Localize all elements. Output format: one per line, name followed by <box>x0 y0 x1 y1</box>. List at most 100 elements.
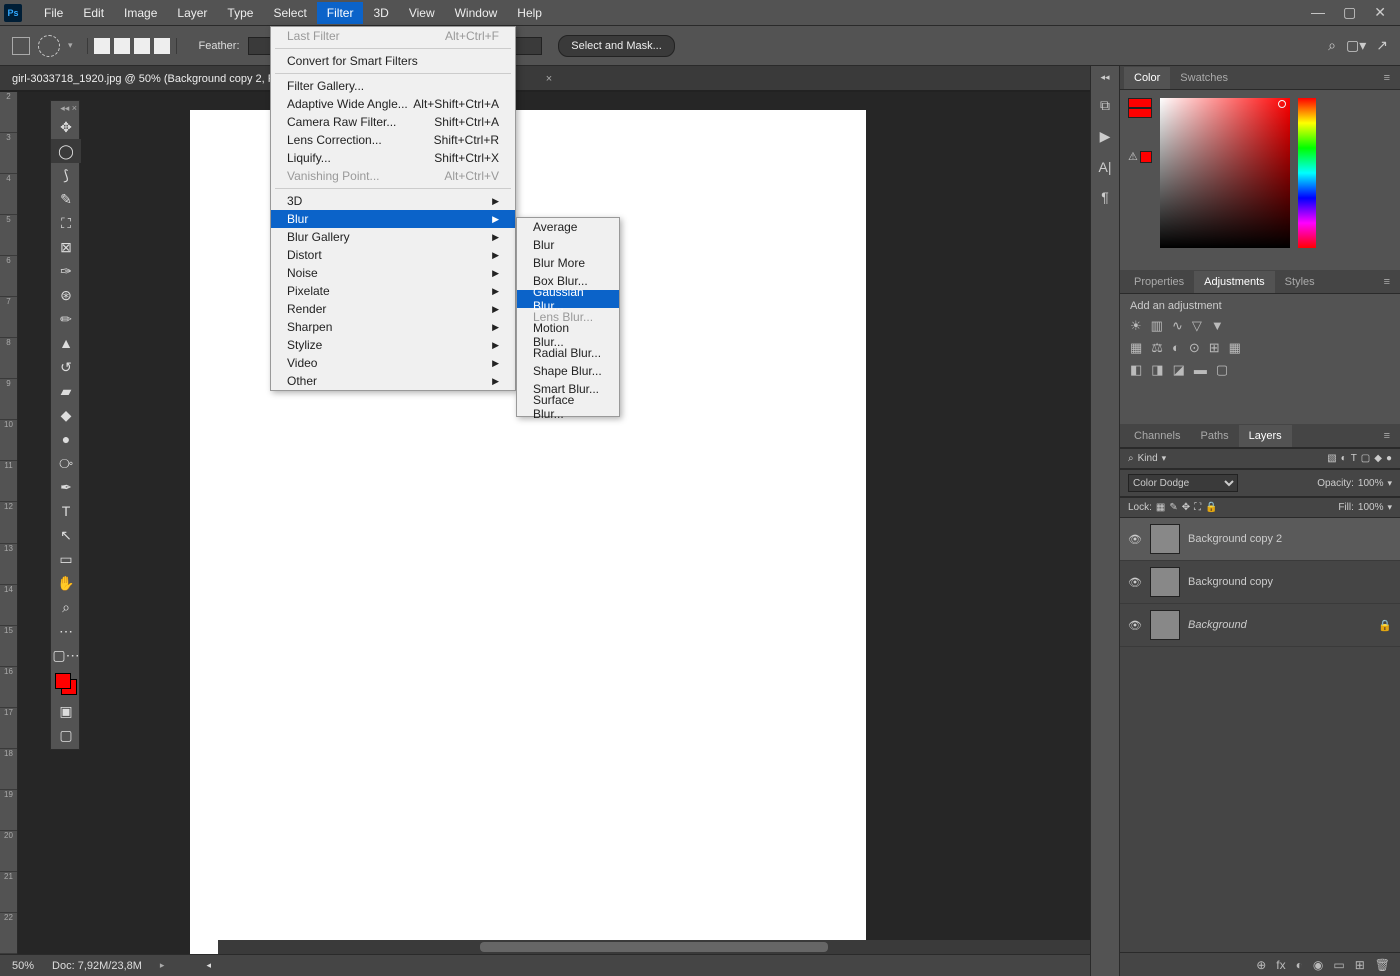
tab-layers[interactable]: Layers <box>1239 425 1292 447</box>
opacity-value[interactable]: 100% <box>1358 478 1384 489</box>
filter-item-distort[interactable]: Distort▶ <box>271 246 515 264</box>
panel-grip[interactable]: ◂◂ × <box>51 103 79 115</box>
marquee-tool[interactable]: ◯ <box>51 139 81 163</box>
blur-item-average[interactable]: Average <box>517 218 619 236</box>
collapse-icon[interactable]: ◂◂ <box>1100 72 1109 83</box>
blur-item-blur-more[interactable]: Blur More <box>517 254 619 272</box>
menu-edit[interactable]: Edit <box>73 2 114 24</box>
visibility-icon[interactable]: 👁 <box>1128 533 1142 546</box>
filter-item-convert-for-smart-filters[interactable]: Convert for Smart Filters <box>271 52 515 70</box>
menu-file[interactable]: File <box>34 2 73 24</box>
lock-paint-icon[interactable]: ✎ <box>1169 502 1177 513</box>
filter-item-video[interactable]: Video▶ <box>271 354 515 372</box>
new-layer-icon[interactable]: ⊞ <box>1355 958 1365 972</box>
menu-layer[interactable]: Layer <box>167 2 217 24</box>
blur-item-shape-blur-[interactable]: Shape Blur... <box>517 362 619 380</box>
blur-tool[interactable]: ● <box>51 427 81 451</box>
fill-dropdown[interactable]: ▾ <box>1387 502 1392 513</box>
hue-slider[interactable] <box>1298 98 1316 248</box>
menu-view[interactable]: View <box>399 2 445 24</box>
tab-swatches[interactable]: Swatches <box>1170 67 1238 89</box>
filter-item-blur[interactable]: Blur▶ <box>271 210 515 228</box>
gradient-tool[interactable]: ◆ <box>51 403 81 427</box>
menu-help[interactable]: Help <box>507 2 552 24</box>
filter-item-noise[interactable]: Noise▶ <box>271 264 515 282</box>
healing-tool[interactable]: ⊛ <box>51 283 81 307</box>
quick-select-tool[interactable]: ✎ <box>51 187 81 211</box>
tab-adjustments[interactable]: Adjustments <box>1194 271 1275 293</box>
filter-item-lens-correction-[interactable]: Lens Correction...Shift+Ctrl+R <box>271 131 515 149</box>
adj-hue-icon[interactable]: ▦ <box>1130 340 1142 356</box>
visibility-icon[interactable]: 👁 <box>1128 619 1142 632</box>
blur-item-blur[interactable]: Blur <box>517 236 619 254</box>
close-button[interactable]: ✕ <box>1374 4 1386 21</box>
filter-toggle[interactable]: ● <box>1386 453 1392 464</box>
lock-trans-icon[interactable]: ▦ <box>1156 502 1165 513</box>
adj-brightness-icon[interactable]: ☀ <box>1130 318 1142 334</box>
filter-shape-icon[interactable]: ▢ <box>1361 453 1370 464</box>
filter-item-adaptive-wide-angle-[interactable]: Adaptive Wide Angle...Alt+Shift+Ctrl+A <box>271 95 515 113</box>
blur-item-gaussian-blur-[interactable]: Gaussian Blur... <box>517 290 619 308</box>
zoom-tool[interactable]: ⌕ <box>51 595 81 619</box>
filter-item-3d[interactable]: 3D▶ <box>271 192 515 210</box>
filter-item-blur-gallery[interactable]: Blur Gallery▶ <box>271 228 515 246</box>
kind-dropdown[interactable]: ▾ <box>1162 453 1167 464</box>
search-icon[interactable]: ⌕ <box>1128 453 1134 464</box>
search-icon[interactable]: ⌕ <box>1328 37 1336 54</box>
filter-adjust-icon[interactable]: ◐ <box>1341 453 1347 464</box>
current-tool-icon[interactable] <box>38 35 60 57</box>
lock-all-icon[interactable]: 🔒 <box>1205 502 1217 513</box>
adj-exposure-icon[interactable]: ▽ <box>1192 318 1202 334</box>
delete-layer-icon[interactable]: 🗑 <box>1375 958 1390 972</box>
workspace-icon[interactable]: ▢▾ <box>1346 37 1366 54</box>
layer-thumbnail[interactable] <box>1150 610 1180 640</box>
actions-icon[interactable]: ▶ <box>1100 128 1111 145</box>
filter-item-liquify-[interactable]: Liquify...Shift+Ctrl+X <box>271 149 515 167</box>
select-and-mask-button[interactable]: Select and Mask... <box>558 35 675 57</box>
filter-item-sharpen[interactable]: Sharpen▶ <box>271 318 515 336</box>
type-tool[interactable]: T <box>51 499 81 523</box>
color-field[interactable] <box>1160 98 1290 248</box>
filter-item-camera-raw-filter-[interactable]: Camera Raw Filter...Shift+Ctrl+A <box>271 113 515 131</box>
filter-item-other[interactable]: Other▶ <box>271 372 515 390</box>
blur-item-surface-blur-[interactable]: Surface Blur... <box>517 398 619 416</box>
new-fill-icon[interactable]: ◉ <box>1313 958 1323 972</box>
color-swatches[interactable] <box>51 671 81 699</box>
eyedropper-tool[interactable]: ✑ <box>51 259 81 283</box>
tab-styles[interactable]: Styles <box>1275 271 1325 293</box>
menu-filter[interactable]: Filter <box>317 2 364 24</box>
warn-swatch[interactable] <box>1140 151 1152 163</box>
adj-vibrance-icon[interactable]: ▼ <box>1211 318 1224 334</box>
layer-thumbnail[interactable] <box>1150 524 1180 554</box>
adj-selective-icon[interactable]: ▢ <box>1216 362 1228 378</box>
doc-size[interactable]: Doc: 7,92M/23,8M <box>52 960 142 972</box>
horizontal-scrollbar[interactable] <box>218 940 1090 954</box>
layer-row[interactable]: 👁Background copy 2 <box>1120 518 1400 561</box>
frame-tool[interactable]: ⊠ <box>51 235 81 259</box>
quickmask-tool[interactable]: ▣ <box>51 699 81 723</box>
screenmode-tool[interactable]: ▢ <box>51 723 81 747</box>
dropdown-icon[interactable]: ▾ <box>68 40 73 51</box>
zoom-level[interactable]: 50% <box>12 960 34 972</box>
link-layers-icon[interactable]: ⊕ <box>1256 958 1266 972</box>
adj-photo-icon[interactable]: ⊙ <box>1189 340 1200 356</box>
path-select-tool[interactable]: ↖ <box>51 523 81 547</box>
menu-type[interactable]: Type <box>217 2 263 24</box>
eraser-tool[interactable]: ▰ <box>51 379 81 403</box>
close-tab-icon[interactable]: × <box>546 73 552 85</box>
tab-channels[interactable]: Channels <box>1124 425 1190 447</box>
selection-mode-buttons[interactable] <box>87 38 177 54</box>
crop-tool[interactable]: ⛶ <box>51 211 81 235</box>
menu-3d[interactable]: 3D <box>363 2 398 24</box>
share-icon[interactable]: ↗ <box>1376 37 1388 54</box>
mini-swatch[interactable] <box>1128 98 1152 118</box>
adj-balance-icon[interactable]: ⚖ <box>1151 340 1163 356</box>
filter-type-icon[interactable]: T <box>1351 453 1357 464</box>
layer-row[interactable]: 👁Background🔒 <box>1120 604 1400 647</box>
adj-bw-icon[interactable]: ◐ <box>1172 340 1180 356</box>
fill-value[interactable]: 100% <box>1358 502 1384 513</box>
filter-item-pixelate[interactable]: Pixelate▶ <box>271 282 515 300</box>
visibility-icon[interactable]: 👁 <box>1128 576 1142 589</box>
filter-item-filter-gallery-[interactable]: Filter Gallery... <box>271 77 515 95</box>
menu-image[interactable]: Image <box>114 2 167 24</box>
